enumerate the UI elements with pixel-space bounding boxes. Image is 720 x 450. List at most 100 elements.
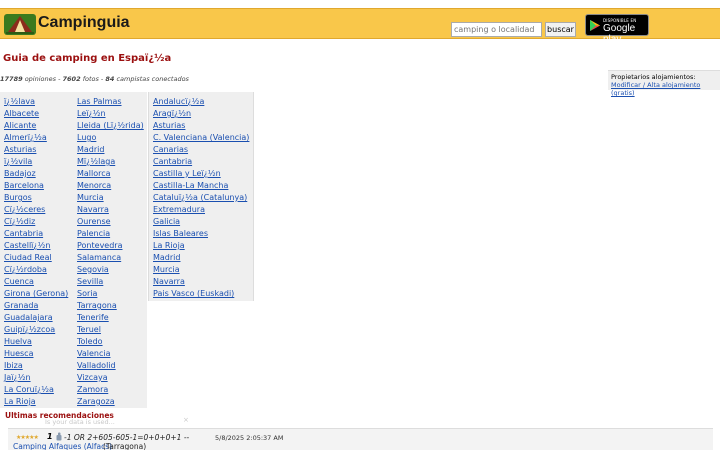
google-play-badge[interactable]: DISPONIBLE EN Google play: [585, 14, 649, 45]
province-link[interactable]: Zamora: [77, 384, 108, 395]
province-link[interactable]: Valencia: [77, 348, 111, 359]
province-link[interactable]: ï¿½lava: [4, 96, 35, 107]
provinces-column-2: Las Palmas Leï¿½n Lleida (Lï¿½rida) Lugo Mad…: [73, 92, 147, 408]
province-link[interactable]: Castellï¿½n: [4, 240, 50, 251]
province-link[interactable]: Leï¿½n: [77, 108, 106, 119]
province-link[interactable]: Toledo: [77, 336, 103, 347]
play-store-icon: [590, 20, 600, 31]
province-link[interactable]: La Coruï¿½a: [4, 384, 54, 395]
province-link[interactable]: Sevilla: [77, 276, 103, 287]
region-link[interactable]: Navarra: [153, 276, 185, 287]
search-input[interactable]: [451, 22, 542, 37]
province-link[interactable]: Madrid: [77, 144, 104, 155]
recommendation-province: (Tarragona): [103, 442, 147, 450]
province-link[interactable]: Burgos: [4, 192, 32, 203]
region-link[interactable]: Islas Baleares: [153, 228, 208, 239]
thumb-up-icon: [56, 432, 62, 441]
province-link[interactable]: Vizcaya: [77, 372, 108, 383]
region-link[interactable]: Castilla y Leï¿½n: [153, 168, 221, 179]
province-link[interactable]: Tenerife: [77, 312, 109, 323]
regions-column: Andalucï¿½a Aragï¿½n Asturias C. Valenciana…: [148, 92, 254, 301]
province-link[interactable]: Badajoz: [4, 168, 36, 179]
province-link[interactable]: Cuenca: [4, 276, 34, 287]
campers-label: campistas conectados: [116, 75, 189, 83]
photos-count: 7602: [62, 75, 81, 83]
region-link[interactable]: Castilla-La Mancha: [153, 180, 228, 191]
region-link[interactable]: Canarias: [153, 144, 188, 155]
region-link[interactable]: Madrid: [153, 252, 180, 263]
province-link[interactable]: Segovia: [77, 264, 109, 275]
province-link[interactable]: Murcia: [77, 192, 104, 203]
top-bar: Campinguia buscar DISPONIBLE EN Google p…: [0, 8, 720, 45]
province-link[interactable]: Palencia: [77, 228, 110, 239]
province-link[interactable]: Soria: [77, 288, 97, 299]
recommendation-date: 5/8/2025 2:05:37 AM: [215, 434, 284, 442]
brand-name[interactable]: Campinguia: [38, 14, 130, 32]
region-link[interactable]: Asturias: [153, 120, 185, 131]
region-link[interactable]: Andalucï¿½a: [153, 96, 204, 107]
site-stats: 17789 opiniones - 7602 fotos - 84 campis…: [0, 75, 189, 83]
region-link[interactable]: Aragï¿½n: [153, 108, 191, 119]
province-link[interactable]: Menorca: [77, 180, 111, 191]
province-link[interactable]: Ciudad Real: [4, 252, 52, 263]
opinions-label: opiniones -: [24, 75, 61, 83]
province-link[interactable]: Girona (Gerona): [4, 288, 68, 299]
province-link[interactable]: Huesca: [4, 348, 33, 359]
page-title: Guia de camping en Espaï¿½a: [3, 53, 172, 64]
province-link[interactable]: La Rioja: [4, 396, 36, 407]
province-link[interactable]: Las Palmas: [77, 96, 122, 107]
region-link[interactable]: Cantabria: [153, 156, 192, 167]
province-link[interactable]: Huelva: [4, 336, 32, 347]
province-link[interactable]: Ibiza: [4, 360, 23, 371]
recommendation-count: 1: [47, 432, 53, 441]
province-link[interactable]: Tarragona: [77, 300, 117, 311]
search-button[interactable]: buscar: [545, 22, 576, 37]
province-link[interactable]: Navarra: [77, 204, 109, 215]
owners-register-link[interactable]: Modificar / Alta alojamiento (gratis): [611, 81, 717, 97]
province-link[interactable]: Albacete: [4, 108, 39, 119]
province-link[interactable]: Pontevedra: [77, 240, 123, 251]
province-link[interactable]: Lugo: [77, 132, 96, 143]
recommendation-row: ★★★★★ 1 -1 OR 2+605-605-1=0+0+0+1 -- 5/8…: [8, 428, 713, 450]
provinces-column-1: ï¿½lava Albacete Alicante Almerï¿½a Asturias…: [0, 92, 73, 408]
province-link[interactable]: Cï¿½diz: [4, 216, 35, 227]
photos-label: fotos -: [82, 75, 104, 83]
province-link[interactable]: Jaï¿½n: [4, 372, 31, 383]
province-link[interactable]: Teruel: [77, 324, 101, 335]
region-link[interactable]: Galicia: [153, 216, 180, 227]
badge-store-name: Google play: [603, 23, 636, 45]
province-link[interactable]: Zaragoza: [77, 396, 115, 407]
province-link[interactable]: Guipï¿½zcoa: [4, 324, 55, 335]
province-link[interactable]: Lleida (Lï¿½rida): [77, 120, 144, 131]
region-link[interactable]: C. Valenciana (Valencia): [153, 132, 249, 143]
region-link[interactable]: Cataluï¿½a (Catalunya): [153, 192, 247, 203]
province-link[interactable]: Granada: [4, 300, 38, 311]
province-link[interactable]: ï¿½vila: [4, 156, 32, 167]
tent-logo-icon[interactable]: [3, 11, 37, 37]
opinions-count: 17789: [0, 75, 23, 83]
region-link[interactable]: La Rioja: [153, 240, 185, 251]
province-link[interactable]: Valladolid: [77, 360, 116, 371]
campers-count: 84: [105, 75, 115, 83]
consent-overlay-text: Is your data is used...: [45, 418, 115, 426]
rating-stars-icon: ★★★★★: [16, 434, 39, 441]
province-link[interactable]: Mallorca: [77, 168, 111, 179]
province-link[interactable]: Cï¿½rdoba: [4, 264, 47, 275]
province-link[interactable]: Almerï¿½a: [4, 132, 47, 143]
owners-label: Propietarios alojamientos:: [611, 73, 696, 81]
region-link[interactable]: Murcia: [153, 264, 180, 275]
recommendation-camping-link[interactable]: Camping Alfaques (Alfacs): [13, 442, 112, 450]
province-link[interactable]: Guadalajara: [4, 312, 53, 323]
province-link[interactable]: Asturias: [4, 144, 36, 155]
owners-box: Propietarios alojamientos: Modificar / A…: [608, 70, 720, 97]
region-link[interactable]: Extremadura: [153, 204, 205, 215]
province-link[interactable]: Mï¿½laga: [77, 156, 115, 167]
consent-close-icon[interactable]: ×: [183, 416, 189, 424]
province-link[interactable]: Salamanca: [77, 252, 121, 263]
province-link[interactable]: Cï¿½ceres: [4, 204, 45, 215]
province-link[interactable]: Alicante: [4, 120, 36, 131]
province-link[interactable]: Cantabria: [4, 228, 43, 239]
province-link[interactable]: Ourense: [77, 216, 111, 227]
region-link[interactable]: Pais Vasco (Euskadi): [153, 288, 234, 299]
province-link[interactable]: Barcelona: [4, 180, 44, 191]
